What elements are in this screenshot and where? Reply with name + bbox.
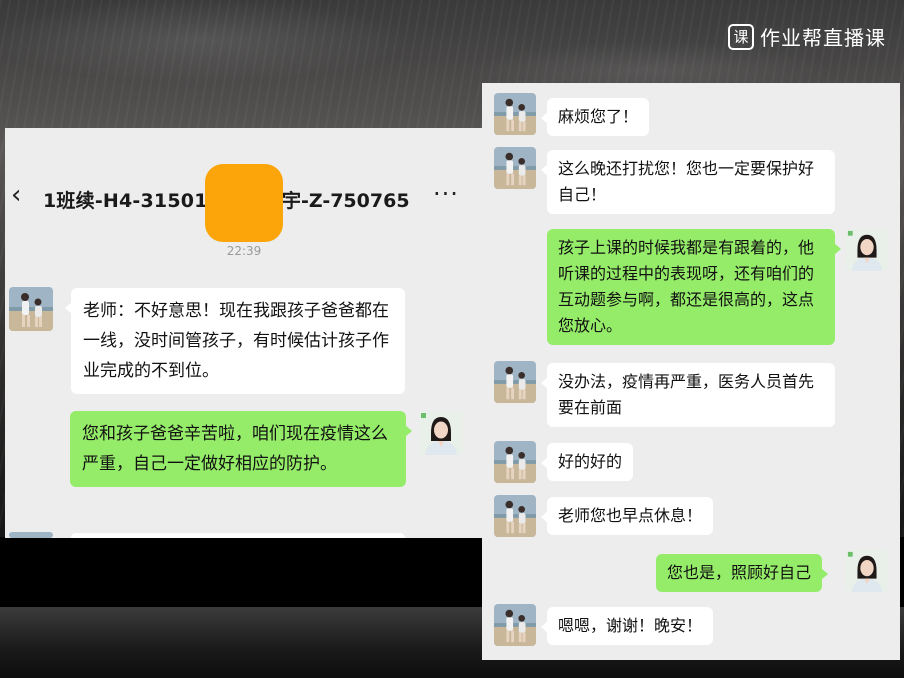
brand-name: 作业帮直播课 [760, 26, 886, 50]
redaction-mark [205, 164, 283, 242]
teacher-avatar[interactable] [846, 550, 888, 592]
brand-badge-icon: 课 [728, 23, 754, 50]
message-bubble-sent[interactable]: 您和孩子爸爸辛苦啦，咱们现在疫情这么严重，自己一定做好相应的防护。 [70, 411, 412, 487]
teacher-avatar[interactable] [846, 229, 888, 271]
back-arrow-icon[interactable]: ‹ [11, 180, 21, 210]
chat-title: 1班续-H4-315013 [43, 190, 222, 212]
parent-avatar[interactable] [494, 147, 536, 189]
message-bubble-sent[interactable]: 孩子上课的时候我都是有跟着的，他听课的过程中的表现呀，还有咱们的互动题参与啊，都… [547, 229, 841, 345]
message-bubble-received[interactable]: 嗯嗯，谢谢！晚安！ [540, 607, 714, 645]
message-bubble-received[interactable]: 老师您也早点休息！ [540, 497, 714, 535]
parent-avatar[interactable] [494, 93, 536, 135]
parent-avatar[interactable] [494, 495, 536, 537]
chat-title-suffix: 宇-Z-750765 [282, 190, 410, 212]
message-bubble-sent[interactable]: 您也是，照顾好自己 [656, 554, 829, 592]
message-bubble-received[interactable]: 没办法，疫情再严重，医务人员首先要在前面 [541, 363, 835, 427]
parent-avatar[interactable] [494, 361, 536, 403]
teacher-avatar[interactable] [419, 411, 463, 455]
parent-avatar[interactable] [9, 287, 53, 331]
left-chat-screenshot: ‹ 1班续-H4-315013 宇-Z-750765 ··· 22:39 老师：… [5, 128, 483, 538]
more-options-icon[interactable]: ··· [433, 180, 459, 208]
right-chat-screenshot: 麻烦您了！ 这么晚还打扰您！您也一定要保护好自己！ 孩子上课的时候我都是有跟着的… [482, 83, 900, 660]
message-bubble-received[interactable]: 这么晚还打扰您！您也一定要保护好自己！ [541, 150, 835, 214]
parent-avatar[interactable] [494, 441, 536, 483]
brand-logo: 课 作业帮直播课 [728, 22, 886, 51]
message-bubble-received[interactable]: 好的好的 [540, 443, 634, 481]
parent-avatar[interactable] [494, 604, 536, 646]
chat-header: ‹ 1班续-H4-315013 宇-Z-750765 ··· [5, 128, 483, 242]
message-bubble-received[interactable]: 老师：不好意思！现在我跟孩子爸爸都在一线，没时间管孩子，有时候估计孩子作业完成的… [65, 288, 405, 394]
message-bubble-received[interactable] [71, 533, 405, 538]
parent-avatar[interactable] [9, 532, 53, 538]
message-timestamp: 22:39 [226, 244, 262, 258]
message-bubble-received[interactable]: 麻烦您了！ [540, 98, 650, 136]
